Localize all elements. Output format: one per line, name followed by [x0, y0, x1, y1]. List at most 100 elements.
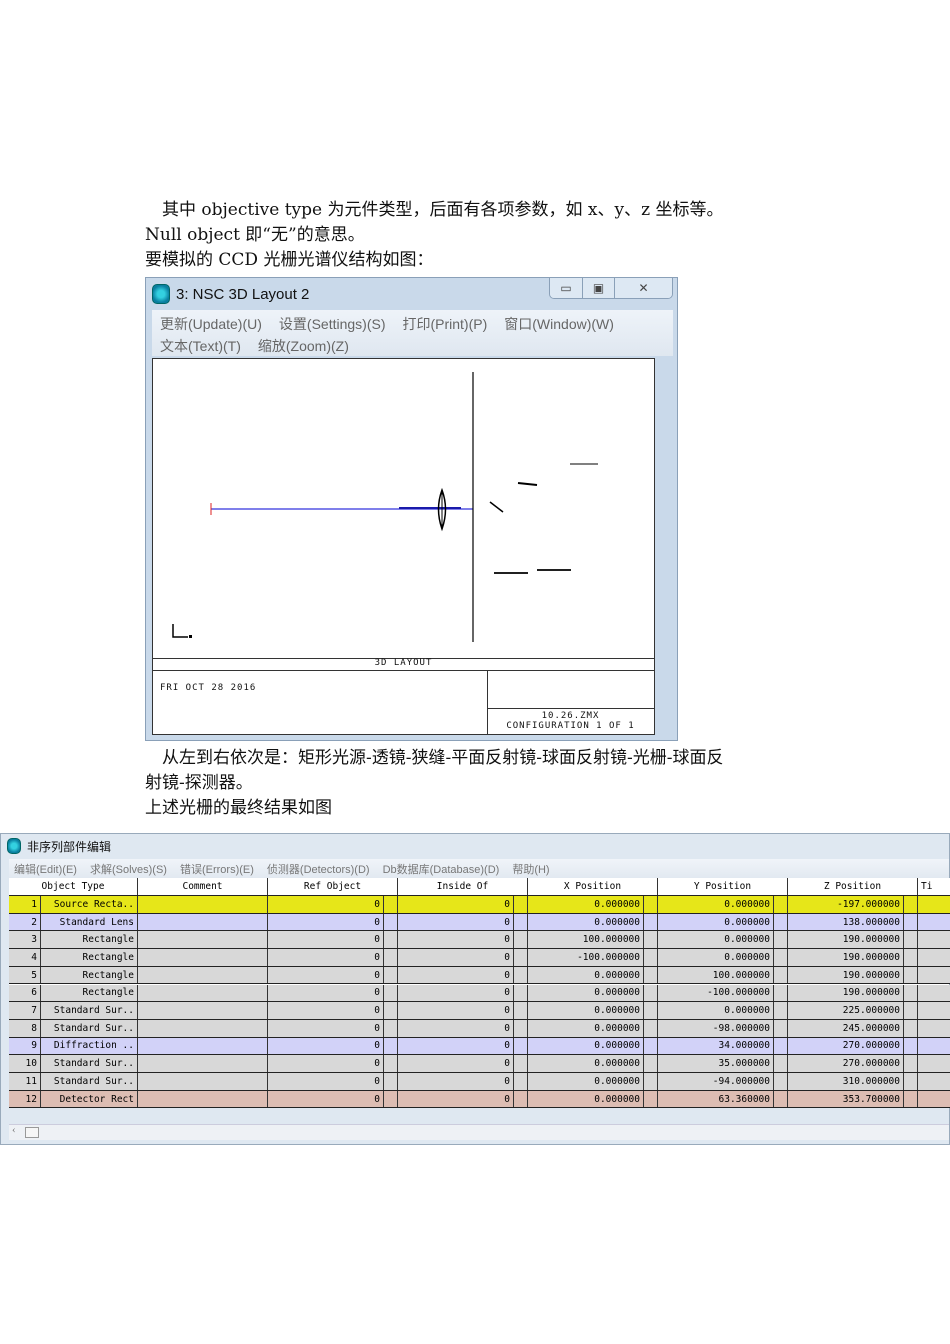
cell-tilt[interactable]	[918, 1038, 950, 1055]
cell-object-type[interactable]: Rectangle	[41, 984, 138, 1002]
cell-x-position[interactable]: 0.000000	[528, 896, 644, 913]
cell-x-position[interactable]: 0.000000	[528, 1037, 644, 1055]
cell-solve[interactable]	[514, 966, 528, 984]
column-header-tilt[interactable]: Ti	[918, 878, 950, 895]
cell-comment[interactable]	[138, 1037, 268, 1055]
column-header-x-position[interactable]: X Position	[528, 878, 658, 895]
cell-x-position[interactable]: 0.000000	[528, 966, 644, 984]
cell-tilt[interactable]	[918, 896, 950, 913]
cell-solve[interactable]	[384, 1037, 398, 1055]
cell-inside-of[interactable]: 0	[398, 949, 514, 966]
cell-solve[interactable]	[774, 1002, 788, 1019]
cell-solve[interactable]	[514, 931, 528, 949]
cell-y-position[interactable]: 63.360000	[658, 1090, 774, 1108]
cell-object-type[interactable]: Source Recta..	[41, 896, 138, 913]
cell-tilt[interactable]	[918, 1055, 950, 1072]
row-number[interactable]: 10	[9, 1055, 41, 1072]
cell-solve[interactable]	[774, 966, 788, 984]
row-number[interactable]: 1	[9, 896, 41, 913]
cell-solve[interactable]	[644, 1002, 658, 1019]
row-number[interactable]: 6	[9, 984, 41, 1002]
row-number[interactable]: 7	[9, 1002, 41, 1019]
table-row[interactable]: 3 Rectangle 0 0 100.000000 0.000000 190.000000	[9, 931, 950, 950]
column-header-inside-of[interactable]: Inside Of	[398, 878, 528, 895]
cell-solve[interactable]	[644, 949, 658, 966]
cell-solve[interactable]	[774, 1055, 788, 1072]
cell-comment[interactable]	[138, 949, 268, 966]
cell-solve[interactable]	[774, 1073, 788, 1090]
cell-x-position[interactable]: 0.000000	[528, 984, 644, 1002]
cell-solve[interactable]	[774, 1090, 788, 1108]
table-row[interactable]: 8 Standard Sur.. 0 0 0.000000 -98.000000 245.0…	[9, 1019, 950, 1038]
cell-solve[interactable]	[514, 1073, 528, 1090]
menu-edit[interactable]: 编辑(Edit)(E)	[14, 861, 77, 877]
cell-object-type[interactable]: Rectangle	[41, 931, 138, 949]
cell-comment[interactable]	[138, 1073, 268, 1090]
cell-comment[interactable]	[138, 931, 268, 949]
cell-solve[interactable]	[774, 931, 788, 949]
cell-solve[interactable]	[644, 984, 658, 1002]
maximize-button[interactable]: ▣	[582, 278, 614, 298]
cell-z-position[interactable]: 353.700000	[788, 1090, 904, 1108]
cell-inside-of[interactable]: 0	[398, 913, 514, 931]
cell-y-position[interactable]: 0.000000	[658, 949, 774, 966]
cell-ref-object[interactable]: 0	[268, 896, 384, 913]
table-row[interactable]: 7 Standard Sur.. 0 0 0.000000 0.000000 225.000…	[9, 1002, 950, 1020]
cell-y-position[interactable]: 0.000000	[658, 931, 774, 949]
cell-solve[interactable]	[904, 931, 918, 949]
menu-solves[interactable]: 求解(Solves)(S)	[90, 861, 167, 877]
column-header-comment[interactable]: Comment	[138, 878, 268, 895]
cell-tilt[interactable]	[918, 1020, 950, 1037]
cell-solve[interactable]	[644, 1090, 658, 1108]
cell-y-position[interactable]: -94.000000	[658, 1073, 774, 1090]
menu-help[interactable]: 帮助(H)	[512, 861, 549, 877]
menu-zoom[interactable]: 缩放(Zoom)(Z)	[258, 336, 349, 356]
menu-detectors[interactable]: 侦测器(Detectors)(D)	[267, 861, 370, 877]
cell-solve[interactable]	[644, 896, 658, 913]
row-number[interactable]: 4	[9, 949, 41, 966]
cell-inside-of[interactable]: 0	[398, 984, 514, 1002]
cell-tilt[interactable]	[918, 914, 950, 931]
scroll-left-icon[interactable]: ‹	[12, 1126, 16, 1136]
cell-ref-object[interactable]: 0	[268, 1037, 384, 1055]
cell-ref-object[interactable]: 0	[268, 966, 384, 984]
cell-y-position[interactable]: -98.000000	[658, 1019, 774, 1037]
cell-comment[interactable]	[138, 1055, 268, 1072]
cell-solve[interactable]	[904, 1090, 918, 1108]
table-row[interactable]: 5 Rectangle 0 0 0.000000 100.000000 190.000000	[9, 966, 950, 985]
cell-solve[interactable]	[644, 966, 658, 984]
cell-solve[interactable]	[904, 913, 918, 931]
cell-tilt[interactable]	[918, 1091, 950, 1108]
table-row[interactable]: 10 Standard Sur.. 0 0 0.000000 35.000000 270.0…	[9, 1055, 950, 1073]
cell-x-position[interactable]: 0.000000	[528, 1073, 644, 1090]
cell-solve[interactable]	[384, 931, 398, 949]
row-number[interactable]: 12	[9, 1090, 41, 1108]
cell-solve[interactable]	[384, 1055, 398, 1072]
menu-errors[interactable]: 错误(Errors)(E)	[180, 861, 254, 877]
horizontal-scrollbar[interactable]: ‹	[9, 1124, 949, 1140]
table-row[interactable]: 9 Diffraction .. 0 0 0.000000 34.000000 270.00…	[9, 1037, 950, 1056]
cell-object-type[interactable]: Standard Sur..	[41, 1002, 138, 1019]
menu-update[interactable]: 更新(Update)(U)	[160, 314, 262, 334]
cell-solve[interactable]	[904, 1019, 918, 1037]
cell-y-position[interactable]: 34.000000	[658, 1037, 774, 1055]
cell-solve[interactable]	[514, 1090, 528, 1108]
cell-solve[interactable]	[514, 949, 528, 966]
row-number[interactable]: 11	[9, 1073, 41, 1090]
cell-object-type[interactable]: Rectangle	[41, 966, 138, 984]
row-number[interactable]: 2	[9, 913, 41, 931]
cell-y-position[interactable]: -100.000000	[658, 984, 774, 1002]
cell-solve[interactable]	[774, 896, 788, 913]
cell-object-type[interactable]: Standard Sur..	[41, 1019, 138, 1037]
cell-x-position[interactable]: -100.000000	[528, 949, 644, 966]
cell-ref-object[interactable]: 0	[268, 931, 384, 949]
cell-z-position[interactable]: 190.000000	[788, 949, 904, 966]
cell-y-position[interactable]: 0.000000	[658, 1002, 774, 1019]
cell-inside-of[interactable]: 0	[398, 966, 514, 984]
column-header-object-type[interactable]: Object Type	[9, 878, 138, 895]
cell-ref-object[interactable]: 0	[268, 949, 384, 966]
cell-solve[interactable]	[384, 966, 398, 984]
cell-solve[interactable]	[904, 966, 918, 984]
cell-inside-of[interactable]: 0	[398, 1002, 514, 1019]
cell-solve[interactable]	[644, 1073, 658, 1090]
